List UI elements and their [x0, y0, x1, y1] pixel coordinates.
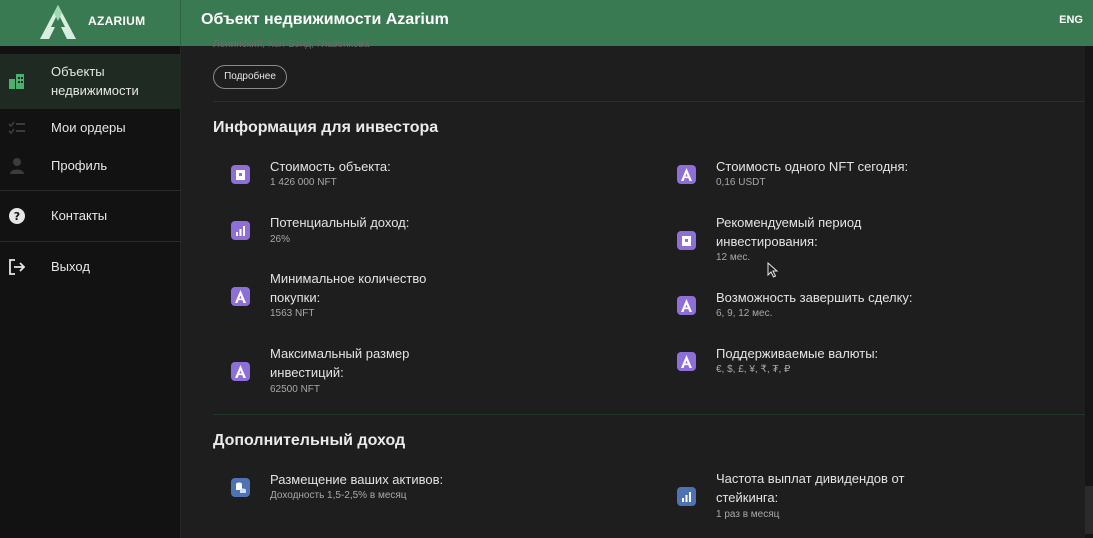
info-title: Минимальное количество: [270, 271, 427, 286]
sidebar-item-contacts[interactable]: ? Контакты: [0, 204, 181, 228]
info-title: Потенциальный доход:: [270, 215, 410, 230]
info-value: 1563 NFT: [270, 308, 315, 319]
sidebar-item-profile[interactable]: Профиль: [0, 154, 181, 178]
sidebar-item-label: Контакты: [51, 208, 108, 223]
info-value: 12 мес.: [716, 252, 751, 263]
azarium-a-icon: [677, 352, 696, 371]
azarium-a-icon: [231, 287, 250, 306]
scrollbar-track[interactable]: [1085, 46, 1093, 538]
sidebar-item-label: Выход: [51, 259, 90, 274]
more-details-button[interactable]: Подробнее: [213, 65, 287, 89]
bar-chart-icon: [677, 487, 696, 506]
info-title: Максимальный размер: [270, 346, 410, 361]
info-value: 6, 9, 12 мес.: [716, 308, 773, 319]
list-check-icon: [8, 121, 25, 135]
language-switch[interactable]: ENG: [1059, 14, 1083, 26]
sidebar-item-label: Мои ордеры: [51, 120, 126, 135]
sidebar-item-label: Профиль: [51, 158, 108, 173]
sidebar-item-label: Объекты: [51, 64, 105, 79]
azarium-a-icon: [231, 362, 250, 381]
buildings-icon: [9, 74, 24, 89]
user-icon: [10, 158, 24, 174]
azarium-a-icon: [677, 296, 696, 315]
info-value: €, $, £, ¥, ₹, ₮, ₽: [716, 364, 791, 375]
info-value: 1 раз в месяц: [716, 509, 780, 520]
extra-income-title: Дополнительный доход: [213, 432, 406, 449]
info-title: Стоимость объекта:: [270, 159, 391, 174]
sidebar-item-orders[interactable]: Мои ордеры: [0, 116, 181, 140]
sidebar-item-logout[interactable]: Выход: [0, 255, 181, 279]
info-value: Доходность 1,5-2,5% в месяц: [270, 490, 407, 501]
info-title: Рекомендуемый период: [716, 215, 862, 230]
info-title: покупки:: [270, 290, 321, 305]
section-divider: [213, 414, 1085, 415]
info-title: инвестирования:: [716, 234, 818, 249]
azarium-a-icon: [677, 165, 696, 184]
info-title: Частота выплат дивидендов от: [716, 471, 905, 486]
info-title: Размещение ваших активов:: [270, 472, 444, 487]
brand-name: AZARIUM: [88, 14, 146, 28]
info-value: 0,16 USDT: [716, 177, 766, 188]
logout-icon: [9, 259, 26, 275]
svg-text:?: ?: [14, 210, 20, 223]
brand-logo[interactable]: AZARIUM: [0, 0, 181, 46]
sidebar-divider: [0, 190, 181, 191]
azarium-logo-icon: [40, 5, 76, 39]
investor-info-title: Информация для инвестора: [213, 119, 439, 136]
building-icon: [677, 231, 696, 250]
page-title: Объект недвижимости Azarium: [201, 11, 449, 28]
building-icon: [231, 165, 250, 184]
info-title: Поддерживаемые валюты:: [716, 346, 879, 361]
coins-icon: [231, 478, 250, 497]
scrollbar-thumb[interactable]: [1085, 486, 1093, 534]
question-icon: ?: [9, 208, 25, 224]
sidebar-item-properties[interactable]: Объекты недвижимости: [0, 54, 181, 109]
info-title: инвестиций:: [270, 365, 344, 380]
address-text: Ленинский, Кол-Бэнд, Глазенкова: [213, 39, 370, 50]
mouse-cursor-icon: [767, 262, 779, 278]
info-value: 62500 NFT: [270, 384, 321, 395]
info-title: Стоимость одного NFT сегодня:: [716, 159, 909, 174]
info-value: 1 426 000 NFT: [270, 177, 337, 188]
info-title: Возможность завершить сделку:: [716, 290, 913, 305]
section-divider: [213, 101, 1085, 102]
sidebar-item-label: недвижимости: [51, 83, 139, 98]
sidebar: Объекты недвижимости Мои ордеры Профиль …: [0, 46, 181, 538]
sidebar-divider: [0, 241, 181, 242]
info-value: 26%: [270, 234, 291, 245]
bar-chart-icon: [231, 221, 250, 240]
top-header: AZARIUM Объект недвижимости Azarium ENG: [0, 0, 1093, 46]
info-title: стейкинга:: [716, 490, 779, 505]
